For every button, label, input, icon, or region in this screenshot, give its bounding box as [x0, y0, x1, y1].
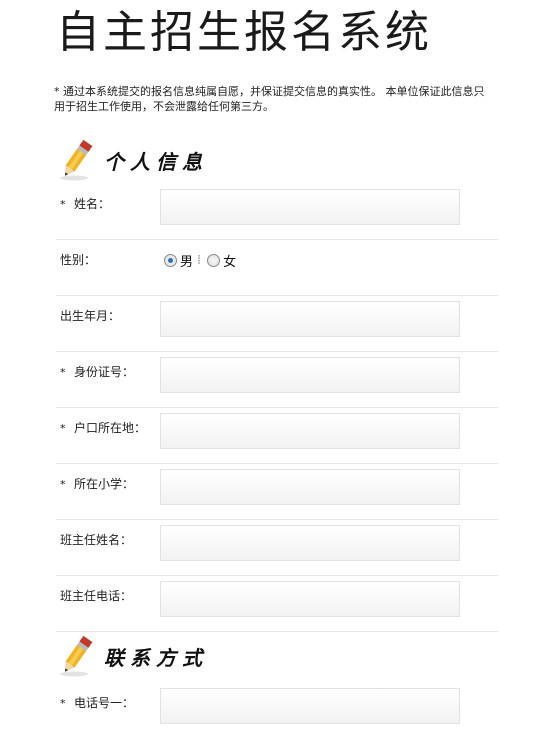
- label-birth: 出生年月：: [60, 309, 121, 323]
- label-phone1: * 电话号一：: [60, 685, 134, 721]
- pencil-icon: [60, 635, 93, 677]
- form-row-gender: 性别： 男 ⁞ 女: [56, 239, 498, 296]
- required-mark: *: [60, 422, 66, 435]
- id-number-input[interactable]: [160, 357, 460, 393]
- school-input[interactable]: [160, 469, 460, 505]
- section-contact: 联系方式: [58, 634, 208, 678]
- label-teacher-name: 班主任姓名：: [60, 533, 133, 547]
- form-row-household: * 户口所在地：: [56, 407, 498, 464]
- form-row-id: * 身份证号：: [56, 351, 498, 408]
- notice-text: * 通过本系统提交的报名信息纯属自愿，并保证提交信息的真实性。 本单位保证此信息…: [54, 84, 494, 114]
- label-id-number: * 身份证号：: [60, 354, 134, 390]
- radio-male[interactable]: [164, 254, 177, 267]
- notice-required-mark: *: [54, 85, 60, 98]
- radio-male-label[interactable]: 男: [180, 251, 193, 270]
- form-row-teacher-name: 班主任姓名：: [56, 519, 498, 576]
- radio-separator: ⁞: [197, 253, 202, 268]
- required-mark: *: [60, 697, 66, 710]
- form-row-school: * 所在小学：: [56, 463, 498, 520]
- label-school: * 所在小学：: [60, 466, 134, 502]
- notice-body: 通过本系统提交的报名信息纯属自愿，并保证提交信息的真实性。 本单位保证此信息只用…: [54, 85, 485, 113]
- section-title-personal: 个人信息: [104, 149, 208, 174]
- label-gender: 性别：: [60, 253, 97, 267]
- section-title-contact: 联系方式: [104, 645, 208, 670]
- pencil-icon: [60, 139, 93, 181]
- registration-page: 自主招生报名系统 * 通过本系统提交的报名信息纯属自愿，并保证提交信息的真实性。…: [0, 0, 546, 734]
- gender-radio-group: 男 ⁞ 女: [164, 251, 236, 270]
- radio-female[interactable]: [207, 254, 221, 267]
- radio-female-label[interactable]: 女: [223, 251, 236, 270]
- teacher-name-input[interactable]: [160, 525, 460, 561]
- household-input[interactable]: [160, 413, 460, 449]
- form-row-birth: 出生年月：: [56, 295, 498, 352]
- label-name: * 姓名：: [60, 186, 110, 222]
- form-row-phone1: * 电话号一：: [56, 682, 498, 734]
- form-row-teacher-phone: 班主任电话：: [56, 575, 498, 632]
- form-row-name: * 姓名：: [56, 183, 498, 240]
- required-mark: *: [60, 198, 66, 211]
- birth-input[interactable]: [160, 301, 460, 337]
- phone1-input[interactable]: [160, 688, 460, 724]
- required-mark: *: [60, 478, 66, 491]
- name-input[interactable]: [160, 189, 460, 225]
- teacher-phone-input[interactable]: [160, 581, 460, 617]
- label-household: * 户口所在地：: [60, 410, 146, 446]
- section-personal-info: 个人信息: [58, 138, 208, 182]
- label-teacher-phone: 班主任电话：: [60, 589, 133, 603]
- required-mark: *: [60, 366, 66, 379]
- page-title: 自主招生报名系统: [56, 7, 432, 58]
